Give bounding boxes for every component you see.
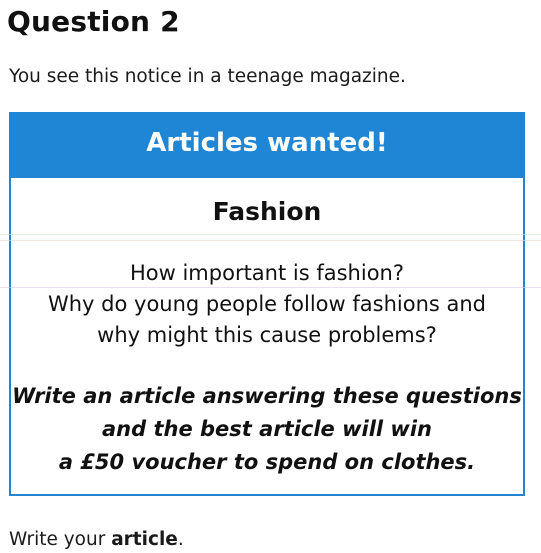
exam-page: Question 2 You see this notice in a teen…	[0, 0, 541, 553]
instruction-suffix: .	[177, 529, 184, 550]
notice-call-to-action: Write an article answering these questio…	[11, 380, 523, 479]
scan-artifact-line	[0, 287, 541, 288]
instruction-prefix: Write your	[9, 529, 112, 550]
notice-question-line: why might this cause problems?	[97, 323, 437, 347]
notice-topic: Fashion	[212, 197, 322, 226]
notice-questions: How important is fashion? Why do young p…	[11, 258, 523, 351]
call-to-action-line: Write an article answering these questio…	[12, 384, 522, 408]
instruction-emphasis: article	[111, 529, 178, 550]
notice-question-line: How important is fashion?	[129, 261, 404, 285]
notice-box: Articles wanted! Fashion How important i…	[9, 112, 525, 496]
scan-artifact-line	[0, 234, 541, 235]
notice-question-line: Why do young people follow fashions and	[47, 292, 487, 316]
call-to-action-line: a £50 voucher to spend on clothes.	[58, 450, 476, 474]
notice-divider	[11, 176, 523, 178]
notice-header: Articles wanted!	[11, 114, 523, 176]
intro-text: You see this notice in a teenage magazin…	[9, 66, 406, 87]
instruction-text: Write your article.	[9, 527, 184, 553]
scan-artifact-line	[0, 240, 541, 241]
question-title: Question 2	[7, 5, 180, 38]
call-to-action-line: and the best article will win	[102, 417, 432, 441]
